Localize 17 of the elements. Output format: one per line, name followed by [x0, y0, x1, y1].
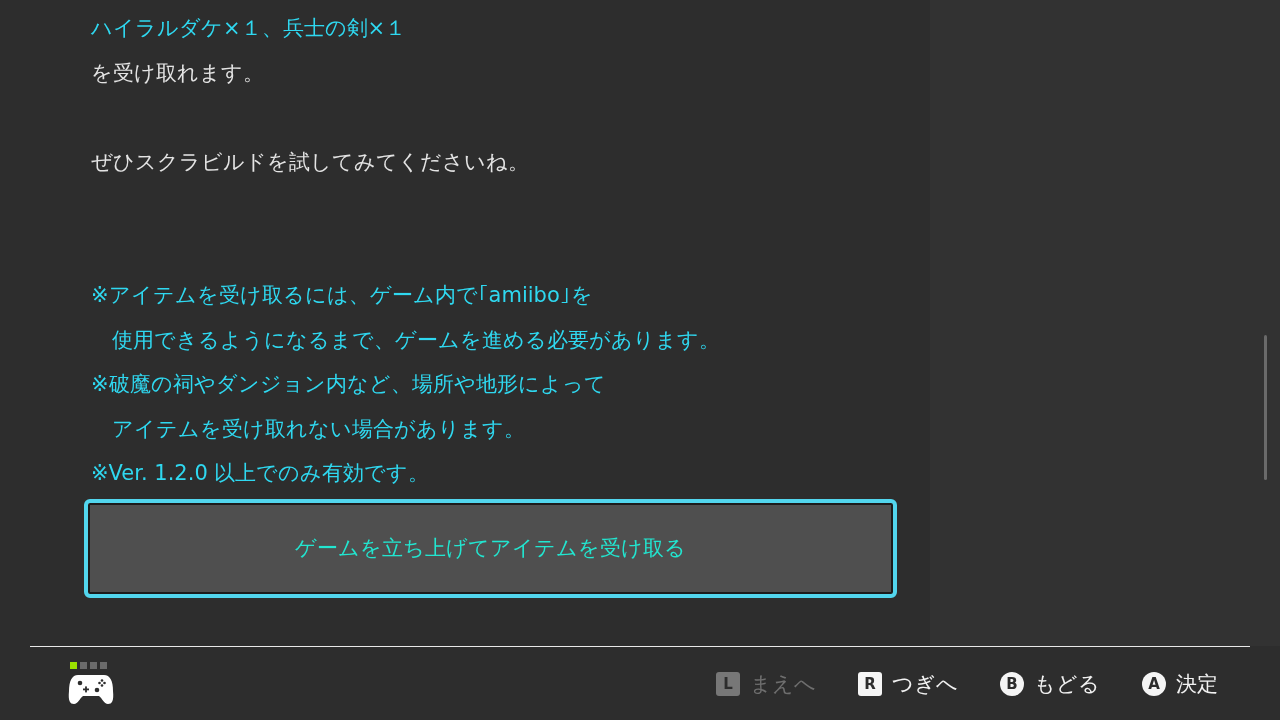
body-text: アイテムを受け取れない場合があります。 [111, 416, 525, 441]
round-key-icon: A [1142, 671, 1166, 696]
body-text: ※Ver. 1.2.0 以上でのみ有効です。 [91, 461, 430, 485]
receive-items-button[interactable]: ゲームを立ち上げてアイテムを受け取る [84, 498, 897, 598]
gamepad-icon [68, 672, 114, 706]
square-key-icon: L [716, 671, 740, 696]
control-hint[interactable]: 決定 [1176, 669, 1218, 698]
body-text: ※アイテムを受け取るには、ゲーム内で｢amiibo｣を [91, 283, 593, 307]
body-text: ※破魔の祠やダンジョン内など、場所や地形によって [91, 372, 606, 396]
body-text: ぜひスクラビルドを試してみてくださいね。 [91, 149, 529, 174]
square-key-icon: R [858, 671, 882, 696]
body-text: ハイラルダケ×１、兵士の剣×１ [91, 16, 407, 40]
control-hint[interactable]: つぎへ [892, 669, 958, 698]
body-text: 使用できるようになるまで、ゲームを進める必要があります。 [111, 327, 720, 352]
control-hint[interactable]: もどる [1034, 669, 1100, 698]
body-text: を受け取れます。 [91, 60, 264, 85]
round-key-icon: B [1000, 671, 1024, 696]
